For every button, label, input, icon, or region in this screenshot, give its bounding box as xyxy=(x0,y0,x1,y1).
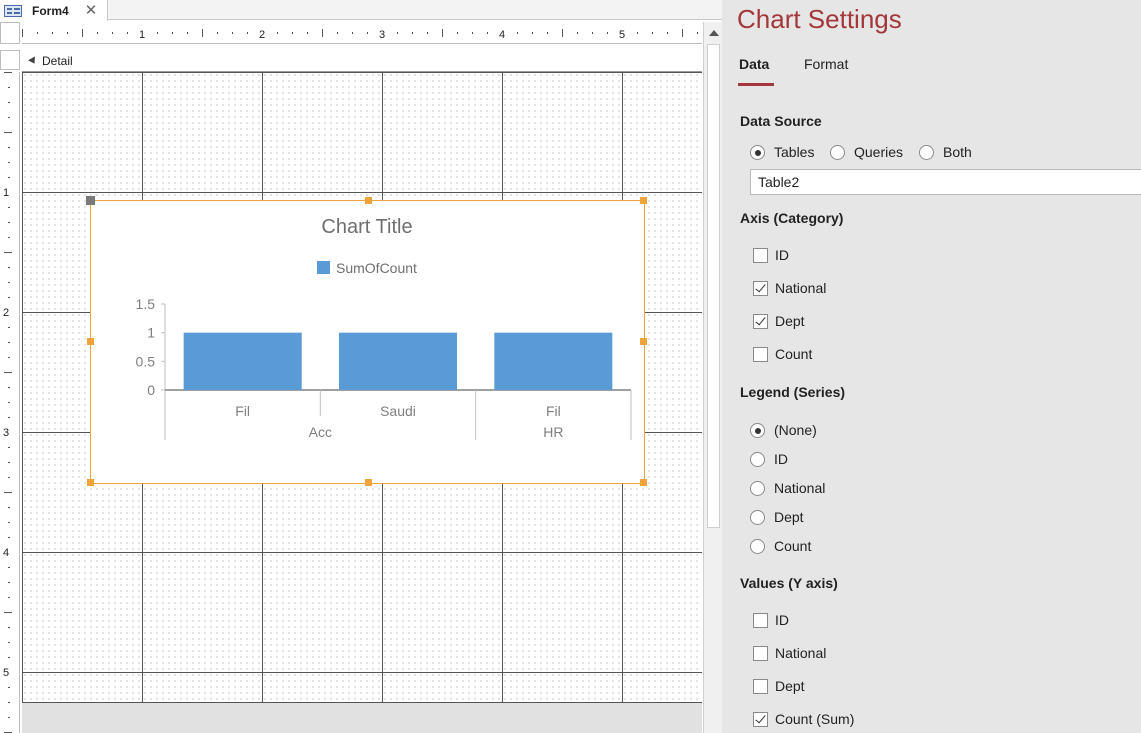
bar xyxy=(183,332,302,390)
values-checkbox-id[interactable] xyxy=(753,613,768,628)
y-tick-label: 1.5 xyxy=(136,296,156,312)
legend-radio-none[interactable] xyxy=(750,423,765,438)
legend-series-heading: Legend (Series) xyxy=(740,384,846,400)
legend-radio-count[interactable] xyxy=(750,539,765,554)
category-label: Saudi xyxy=(380,403,416,419)
scroll-thumb[interactable] xyxy=(707,44,720,528)
radio-queries-label[interactable]: Queries xyxy=(854,144,903,160)
values-checkbox-dept[interactable] xyxy=(753,679,768,694)
chart-control[interactable]: Chart Title SumOfCount 0 0.5 1 1.5 Fil Saudi Fil… xyxy=(86,196,647,486)
axis-checkbox-count[interactable] xyxy=(753,347,768,362)
y-tick-label: 0 xyxy=(147,382,155,398)
document-tab-bar: Form4 ✕ xyxy=(0,0,722,21)
y-tick-label: 1 xyxy=(147,325,155,341)
detail-section-label: Detail xyxy=(42,53,73,68)
form-icon xyxy=(4,4,22,17)
axis-label-id[interactable]: ID xyxy=(775,247,789,263)
legend-radio-id[interactable] xyxy=(750,452,765,467)
chart: Chart Title SumOfCount 0 0.5 1 1.5 Fil Saudi Fil… xyxy=(136,216,632,440)
legend-label-none[interactable]: (None) xyxy=(774,422,817,438)
section-bottom-area xyxy=(22,702,702,733)
legend-label-dept[interactable]: Dept xyxy=(774,509,804,525)
values-checkbox-national[interactable] xyxy=(753,646,768,661)
close-icon[interactable]: ✕ xyxy=(85,3,98,18)
axis-label-dept[interactable]: Dept xyxy=(775,313,805,329)
table-select[interactable]: Table2 xyxy=(750,169,1141,195)
chart-settings-pane: Chart Settings Data Format Data Source T… xyxy=(722,0,1141,733)
legend-swatch xyxy=(317,261,330,274)
bar xyxy=(338,332,458,390)
values-y-axis-heading: Values (Y axis) xyxy=(740,575,838,591)
axis-label-national[interactable]: National xyxy=(775,280,826,296)
ruler-mark-label: 3 xyxy=(379,29,385,41)
category-label: Fil xyxy=(546,403,561,419)
tab-form4-label: Form4 xyxy=(32,3,69,18)
values-label-dept[interactable]: Dept xyxy=(775,678,805,694)
legend-label-count[interactable]: Count xyxy=(774,538,811,554)
form-designer[interactable]: Form4 ✕ 1 2 3 4 5 Detail 1 2 3 4 5 Chart Title Su… xyxy=(0,0,722,733)
ruler-mark-label: 3 xyxy=(3,427,9,439)
values-checkbox-count-sum[interactable] xyxy=(753,712,768,727)
radio-tables-label[interactable]: Tables xyxy=(774,144,814,160)
legend-label-id[interactable]: ID xyxy=(774,451,788,467)
legend-radio-national[interactable] xyxy=(750,481,765,496)
section-arrow-icon xyxy=(28,55,38,66)
group-label: Acc xyxy=(309,424,332,440)
ruler-corner[interactable] xyxy=(0,22,20,44)
group-label: HR xyxy=(543,424,563,440)
section-selector[interactable] xyxy=(0,50,20,70)
resize-handle-bottom-right[interactable] xyxy=(640,479,647,486)
axis-checkbox-national[interactable] xyxy=(753,281,768,296)
tab-form4[interactable]: Form4 ✕ xyxy=(0,0,108,21)
scroll-up-icon[interactable] xyxy=(709,30,719,36)
bar xyxy=(494,332,613,390)
data-source-heading: Data Source xyxy=(740,113,822,129)
y-tick-label: 0.5 xyxy=(136,353,156,369)
ruler-mark-label: 5 xyxy=(3,667,9,679)
chart-title: Chart Title xyxy=(321,216,412,238)
axis-checkbox-id[interactable] xyxy=(753,248,768,263)
category-label: Fil xyxy=(235,403,250,419)
resize-handle-bottom[interactable] xyxy=(365,479,372,486)
resize-handle-top[interactable] xyxy=(365,197,372,204)
values-label-national[interactable]: National xyxy=(775,645,826,661)
resize-handle-bottom-left[interactable] xyxy=(87,479,94,486)
vertical-scrollbar[interactable] xyxy=(703,22,722,733)
ruler-mark-label: 1 xyxy=(139,29,145,41)
active-tab-indicator xyxy=(738,83,774,86)
horizontal-ruler: 1 2 3 4 5 xyxy=(22,22,702,44)
radio-tables[interactable] xyxy=(750,145,765,160)
resize-handle-right[interactable] xyxy=(640,338,647,345)
tab-data[interactable]: Data xyxy=(739,56,769,72)
values-label-count-sum[interactable]: Count (Sum) xyxy=(775,711,854,727)
ruler-mark-label: 1 xyxy=(3,187,9,199)
tab-format[interactable]: Format xyxy=(804,56,848,72)
pane-title: Chart Settings xyxy=(737,4,902,34)
ruler-mark-label: 4 xyxy=(499,29,505,41)
move-handle[interactable] xyxy=(86,196,95,205)
values-label-id[interactable]: ID xyxy=(775,612,789,628)
ruler-mark-label: 2 xyxy=(259,29,265,41)
ruler-mark-label: 4 xyxy=(3,547,9,559)
legend-radio-dept[interactable] xyxy=(750,510,765,525)
detail-section-bar[interactable]: Detail xyxy=(22,50,702,72)
radio-both[interactable] xyxy=(919,145,934,160)
axis-category-heading: Axis (Category) xyxy=(740,210,844,226)
resize-handle-left[interactable] xyxy=(87,338,94,345)
radio-both-label[interactable]: Both xyxy=(943,144,972,160)
legend-label: SumOfCount xyxy=(336,260,417,276)
axis-checkbox-dept[interactable] xyxy=(753,314,768,329)
radio-queries[interactable] xyxy=(830,145,845,160)
legend-label-national[interactable]: National xyxy=(774,480,825,496)
vertical-ruler: 1 2 3 4 5 xyxy=(0,72,20,733)
resize-handle-top-right[interactable] xyxy=(640,197,647,204)
ruler-mark-label: 5 xyxy=(619,29,625,41)
axis-label-count[interactable]: Count xyxy=(775,346,812,362)
ruler-mark-label: 2 xyxy=(3,307,9,319)
